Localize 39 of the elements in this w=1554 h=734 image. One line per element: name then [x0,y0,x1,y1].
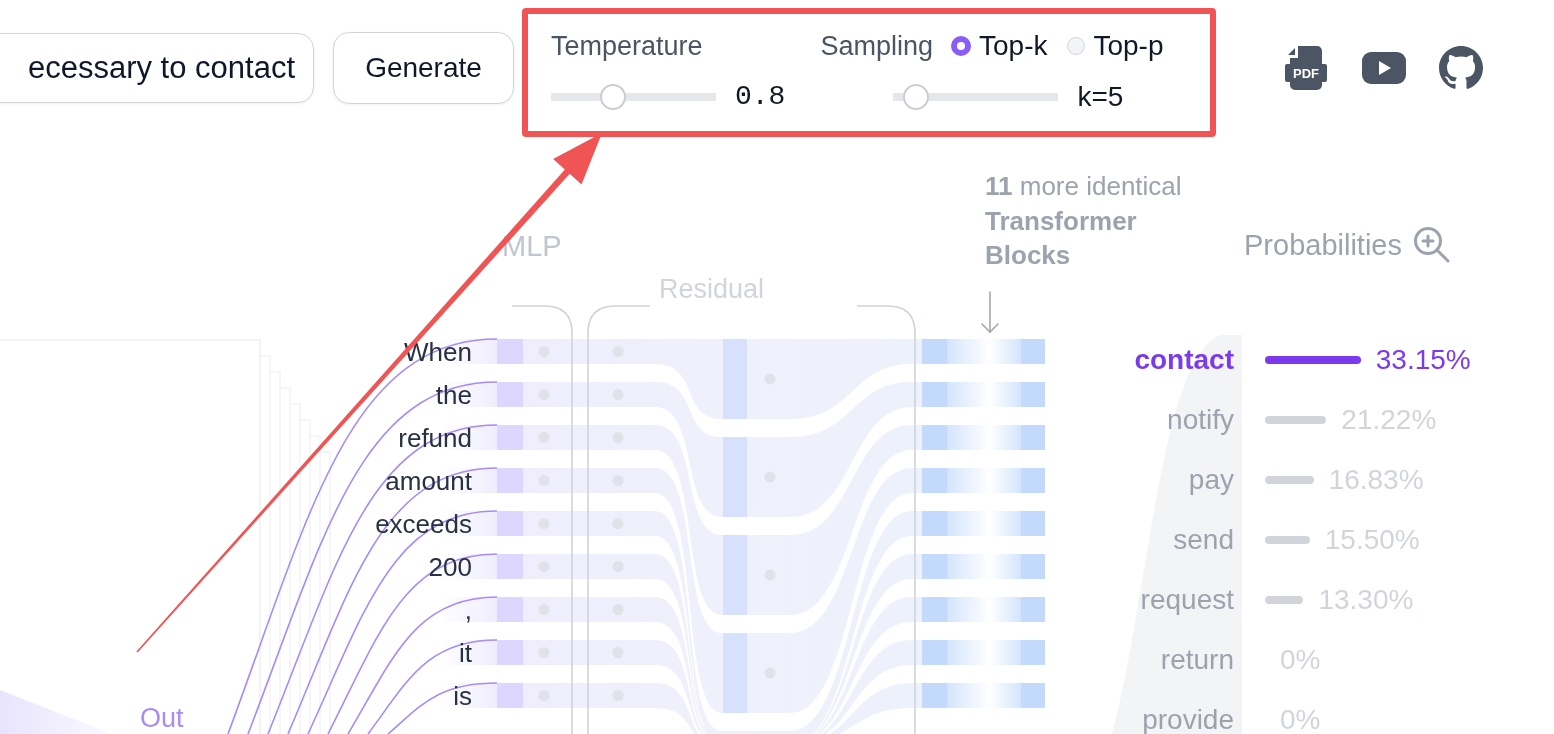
embedding-cell [497,425,523,450]
pdf-file-icon[interactable]: PDF [1285,46,1327,90]
slider-thumb[interactable] [903,84,930,110]
embedding-cell [497,468,523,493]
embedding-cell [497,683,523,708]
embedding-cell [497,382,523,407]
probabilities-title: Probabilities [1244,228,1402,262]
embedding-cell [497,597,523,622]
temperature-label: Temperature [551,30,703,62]
generate-button[interactable]: Generate [333,32,514,104]
token-label: 200 [428,552,472,582]
sampling-label: Sampling [820,30,933,62]
radio-icon[interactable] [951,36,971,56]
out-label: Out [140,703,184,733]
embedding-cell [497,640,523,665]
embedding-cell [497,339,523,364]
radio-option[interactable]: Top-k [951,30,1048,62]
temperature-value: 0.8 [735,80,786,114]
radio-option[interactable]: Top-p [1067,30,1164,62]
prompt-input[interactable]: ecessary to contact [0,33,314,103]
token-label: is [453,681,472,711]
token-label: refund [398,423,472,453]
probability-value: 33.15% [1375,346,1471,374]
token-label: it [459,638,472,668]
embedding-cell [497,511,523,536]
token-label: , [464,595,472,625]
zoom-in-icon[interactable] [1413,226,1451,264]
top-k-value: k=5 [1077,80,1124,114]
video-play-icon[interactable] [1362,52,1406,84]
token-candidate[interactable]: contact [1104,346,1234,374]
blocks-note: 11 more identical Transformer Blocks [985,170,1183,272]
token-label: the [435,380,472,410]
embedding-cell [497,554,523,579]
token-label: amount [385,466,472,496]
slider-thumb[interactable] [599,84,626,110]
token-label: exceeds [375,509,472,539]
token-label: When [404,337,472,367]
down-arrow-icon [981,291,999,334]
github-icon[interactable] [1439,46,1483,90]
